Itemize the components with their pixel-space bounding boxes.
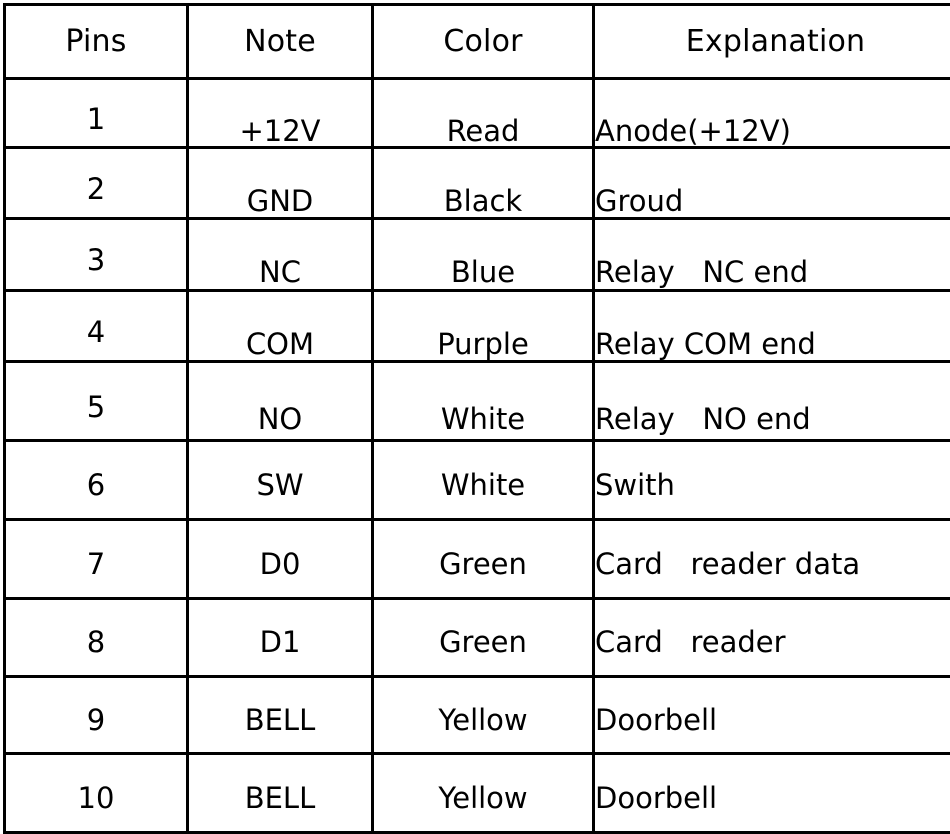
cell-text: Relay NC end	[595, 257, 950, 287]
cell-explanation: Anode(+12V)	[594, 79, 950, 148]
cell-note: BELL	[188, 754, 373, 833]
cell-text: COM	[189, 329, 371, 359]
cell-text: Green	[374, 549, 592, 579]
column-header-note: Note	[188, 5, 373, 79]
cell-pins: 6	[5, 441, 188, 520]
cell-note: GND	[188, 148, 373, 219]
cell-note: +12V	[188, 79, 373, 148]
cell-color: Yellow	[373, 754, 594, 833]
cell-text: Anode(+12V)	[595, 116, 950, 146]
cell-explanation: Card reader data	[594, 520, 950, 599]
cell-pins: 1	[5, 79, 188, 148]
cell-color: White	[373, 362, 594, 441]
column-header-explanation: Explanation	[594, 5, 950, 79]
cell-explanation: Swith	[594, 441, 950, 520]
table-row: 5 NO White Relay NO end	[5, 362, 950, 441]
cell-pins: 9	[5, 677, 188, 754]
table-row: 9 BELL Yellow Doorbell	[5, 677, 950, 754]
cell-text: 1	[6, 104, 186, 134]
cell-explanation: Groud	[594, 148, 950, 219]
cell-explanation: Relay NO end	[594, 362, 950, 441]
cell-text: White	[374, 404, 592, 434]
cell-text: Blue	[374, 257, 592, 287]
cell-pins: 8	[5, 599, 188, 677]
cell-text: Doorbell	[595, 705, 950, 735]
cell-text: Read	[374, 116, 592, 146]
cell-text: Yellow	[374, 783, 592, 813]
pin-definition-table: Pins Note Color Explanation 1 +12V Read …	[3, 3, 950, 834]
cell-pins: 10	[5, 754, 188, 833]
cell-text: 6	[6, 470, 186, 500]
cell-text: Card reader	[595, 627, 950, 657]
cell-color: Read	[373, 79, 594, 148]
cell-text: White	[374, 470, 592, 500]
cell-note: D0	[188, 520, 373, 599]
cell-note: NC	[188, 219, 373, 291]
cell-explanation: Card reader	[594, 599, 950, 677]
cell-text: D0	[189, 549, 371, 579]
cell-color: White	[373, 441, 594, 520]
cell-explanation: Relay NC end	[594, 219, 950, 291]
cell-pins: 4	[5, 291, 188, 362]
cell-color: Green	[373, 599, 594, 677]
cell-text: Relay COM end	[595, 329, 950, 359]
table-row: 6 SW White Swith	[5, 441, 950, 520]
cell-text: Black	[374, 186, 592, 216]
cell-text: NO	[189, 404, 371, 434]
cell-text: Green	[374, 627, 592, 657]
cell-note: D1	[188, 599, 373, 677]
cell-note: BELL	[188, 677, 373, 754]
cell-text: Groud	[595, 186, 950, 216]
cell-text: BELL	[189, 705, 371, 735]
cell-text: Swith	[595, 470, 950, 500]
cell-note: COM	[188, 291, 373, 362]
cell-color: Black	[373, 148, 594, 219]
cell-explanation: Doorbell	[594, 677, 950, 754]
cell-color: Blue	[373, 219, 594, 291]
cell-text: 7	[6, 549, 186, 579]
cell-text: 8	[6, 627, 186, 657]
column-header-pins: Pins	[5, 5, 188, 79]
cell-text: 4	[6, 317, 186, 347]
cell-text: Relay NO end	[595, 404, 950, 434]
cell-text: D1	[189, 627, 371, 657]
table-row: 4 COM Purple Relay COM end	[5, 291, 950, 362]
cell-pins: 5	[5, 362, 188, 441]
table-row: 2 GND Black Groud	[5, 148, 950, 219]
cell-pins: 7	[5, 520, 188, 599]
cell-text: Purple	[374, 329, 592, 359]
cell-text: BELL	[189, 783, 371, 813]
page-root: Pins Note Color Explanation 1 +12V Read …	[0, 0, 950, 804]
table-row: 8 D1 Green Card reader	[5, 599, 950, 677]
cell-text: 5	[6, 392, 186, 422]
cell-color: Purple	[373, 291, 594, 362]
cell-text: SW	[189, 470, 371, 500]
column-header-color: Color	[373, 5, 594, 79]
cell-explanation: Doorbell	[594, 754, 950, 833]
table-header: Pins Note Color Explanation	[5, 5, 950, 79]
cell-text: NC	[189, 257, 371, 287]
table-row: 10 BELL Yellow Doorbell	[5, 754, 950, 833]
cell-color: Green	[373, 520, 594, 599]
cell-text: 2	[6, 174, 186, 204]
table-row: 1 +12V Read Anode(+12V)	[5, 79, 950, 148]
cell-pins: 3	[5, 219, 188, 291]
table-body: 1 +12V Read Anode(+12V) 2 GND Black Grou…	[5, 79, 950, 833]
cell-text: GND	[189, 186, 371, 216]
cell-text: Card reader data	[595, 549, 950, 579]
cell-text: 3	[6, 245, 186, 275]
cell-text: 9	[6, 705, 186, 735]
cell-text: 10	[6, 783, 186, 813]
table-row: 3 NC Blue Relay NC end	[5, 219, 950, 291]
cell-text: Yellow	[374, 705, 592, 735]
cell-text: +12V	[189, 116, 371, 146]
cell-pins: 2	[5, 148, 188, 219]
cell-note: SW	[188, 441, 373, 520]
cell-color: Yellow	[373, 677, 594, 754]
cell-explanation: Relay COM end	[594, 291, 950, 362]
header-row: Pins Note Color Explanation	[5, 5, 950, 79]
cell-text: Doorbell	[595, 783, 950, 813]
table-row: 7 D0 Green Card reader data	[5, 520, 950, 599]
cell-note: NO	[188, 362, 373, 441]
